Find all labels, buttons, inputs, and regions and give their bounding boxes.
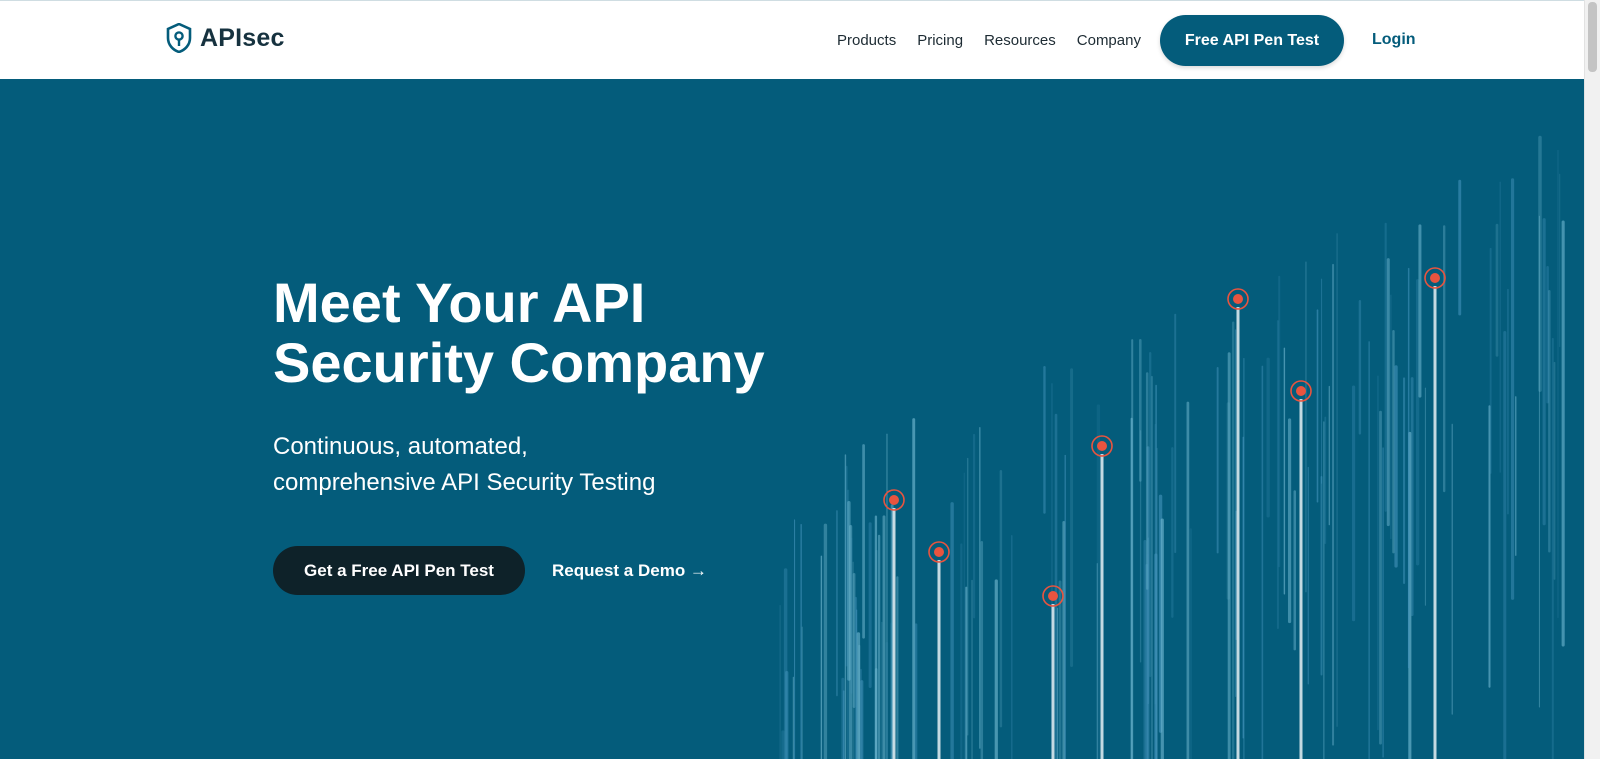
nav-link-resources[interactable]: Resources xyxy=(984,32,1056,49)
brand-logo[interactable]: APIsec xyxy=(166,23,285,53)
shield-lock-icon xyxy=(166,23,192,53)
hero-actions: Get a Free API Pen Test Request a Demo → xyxy=(273,546,765,595)
hero-section: Meet Your API Security Company Continuou… xyxy=(273,273,765,595)
hero-subtitle: Continuous, automated, comprehensive API… xyxy=(273,429,713,501)
marker-dot xyxy=(1233,294,1243,304)
hero-title-line-1: Meet Your API xyxy=(273,271,646,334)
nav-link-products[interactable]: Products xyxy=(837,32,896,49)
hero-title-line-2: Security Company xyxy=(273,331,765,394)
marker-dot xyxy=(1296,386,1306,396)
hero-subtitle-line-2: comprehensive API Security Testing xyxy=(273,469,656,496)
page-scrollbar[interactable] xyxy=(1584,0,1600,759)
marker-dot xyxy=(889,495,899,505)
marker-dot xyxy=(1430,273,1440,283)
get-free-pen-test-button[interactable]: Get a Free API Pen Test xyxy=(273,546,525,595)
login-link[interactable]: Login xyxy=(1372,31,1416,49)
nav-link-pricing[interactable]: Pricing xyxy=(917,32,963,49)
hero-data-lines-illustration xyxy=(779,135,1565,759)
brand-name: APIsec xyxy=(200,23,285,52)
marker-dot xyxy=(1097,441,1107,451)
hero-title: Meet Your API Security Company xyxy=(273,273,765,393)
nav-links: Products Pricing Resources Company xyxy=(837,32,1162,49)
request-demo-link[interactable]: Request a Demo → xyxy=(552,561,707,581)
marker-dot xyxy=(1048,591,1058,601)
free-pen-test-button[interactable]: Free API Pen Test xyxy=(1160,15,1344,66)
top-navigation: APIsec Products Pricing Resources Compan… xyxy=(0,0,1584,79)
marker-dot xyxy=(934,547,944,557)
scrollbar-thumb[interactable] xyxy=(1588,2,1597,72)
nav-link-company[interactable]: Company xyxy=(1077,32,1141,49)
hero-subtitle-line-1: Continuous, automated, xyxy=(273,433,528,460)
